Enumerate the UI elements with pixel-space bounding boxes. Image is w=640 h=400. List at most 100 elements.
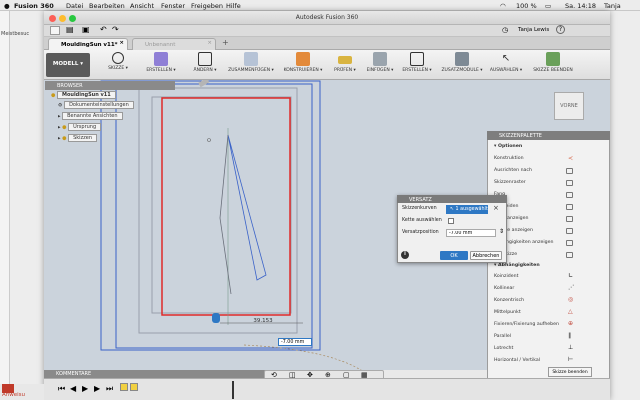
expand-arrow-icon[interactable]: ▸ [58,114,61,120]
palette-constraint-midpoint[interactable]: Mittelpunkt [494,310,521,315]
ribbon-erstellen[interactable]: ERSTELLEN ▾ [142,52,180,79]
clear-selection-icon[interactable]: × [493,204,499,212]
cancel-button[interactable]: Abbrechen [470,251,502,260]
palette-constraints-section[interactable]: ▾ Abhängigkeiten [494,263,540,268]
dimension-value-input[interactable]: -7.00 mm [278,338,312,346]
palette-options-section[interactable]: ▾ Optionen [494,144,522,149]
workspace-switcher[interactable]: MODELL ▾ [46,53,90,77]
viewcube[interactable]: VORNE [554,92,584,120]
offset-dialog-header[interactable]: VERSATZ [397,195,507,203]
file-menu-icon[interactable]: ▤ [66,25,74,34]
info-icon[interactable]: i [401,251,409,259]
timeline-end-icon[interactable]: ⏭ [106,384,113,394]
help-icon[interactable]: ? [556,25,565,34]
checkbox-profile-icon[interactable] [566,216,573,222]
timeline-start-icon[interactable]: ⏮ [58,384,65,394]
horizontal-vertical-icon[interactable]: ⊢ [568,356,573,363]
battery-icon[interactable]: ▭ [545,2,551,10]
wifi-icon[interactable]: ◠ [500,2,506,10]
palette-constraint-fix[interactable]: Fixieren/Fixierung aufheben [494,322,559,327]
palette-constraint-coincident[interactable]: Koinzident [494,274,518,279]
lightbulb-icon[interactable]: ● [62,136,66,142]
midpoint-icon[interactable]: △ [568,308,573,315]
browser-panel-header[interactable]: BROWSER [45,81,175,90]
ribbon-einfuegen[interactable]: EINFÜGEN ▾ [362,52,398,79]
sketch-palette-header[interactable]: SKIZZENPALETTE [487,131,610,140]
browser-item-documentsettings[interactable]: ⚙ Dokumenteinstellungen [58,101,134,110]
palette-constraint-parallel[interactable]: Parallel [494,334,511,339]
menu-datei[interactable]: Datei [66,2,83,10]
offset-position-input[interactable] [446,229,496,237]
coincident-icon[interactable]: ∟ [568,272,573,279]
palette-constraint-collinear[interactable]: Kollinear [494,286,514,291]
menubar-clock[interactable]: Sa. 14:18 [565,2,596,10]
lightbulb-icon[interactable]: ● [51,93,55,99]
ribbon-zusammenfuegen[interactable]: ZUSAMMENFÜGEN ▾ [226,52,276,79]
ribbon-pruefen[interactable]: PRÜFEN ▾ [330,52,360,79]
stop-sketch-button[interactable]: Skizze beenden [548,367,592,377]
menu-hilfe[interactable]: Hilfe [226,2,241,10]
tab-unbenannt[interactable]: Unbenannt × [132,38,216,50]
undo-icon[interactable]: ↶ [100,25,107,34]
close-tab-icon[interactable]: × [207,40,212,46]
lock-icon[interactable]: ⊕ [568,320,573,327]
timeline-marker[interactable] [232,381,234,399]
menu-freigeben[interactable]: Freigeben [191,2,223,10]
ribbon-konstruieren[interactable]: KONSTRUIEREN ▾ [280,52,326,79]
ribbon-zusatzmodule[interactable]: ZUSATZMODULE ▾ [440,52,484,79]
parallel-icon[interactable]: ∥ [568,332,571,339]
ribbon-aendern[interactable]: ÄNDERN ▾ [186,52,224,79]
ribbon-skizze-beenden[interactable]: SKIZZE BEENDEN [530,52,576,79]
menubar-app-name[interactable]: Fusion 360 [14,2,54,10]
checkbox-grid-icon[interactable] [566,180,573,186]
construction-line-icon[interactable]: ≺ [568,155,573,162]
lightbulb-icon[interactable]: ● [62,125,66,131]
comments-panel[interactable]: KOMMENTARE [44,370,274,378]
palette-constraint-perpendicular[interactable]: Lotrecht [494,346,513,351]
concentric-icon[interactable]: ◎ [568,296,573,303]
user-name[interactable]: Tanja Lewis [518,27,549,33]
collinear-icon[interactable]: ⋰ [568,284,574,291]
checkbox-snap-icon[interactable] [566,192,573,198]
job-status-icon[interactable]: ◷ [502,26,508,34]
timeline-back-icon[interactable]: ◀ [70,384,76,393]
menubar-user[interactable]: Tanja [604,2,621,10]
checkbox-points-icon[interactable] [566,228,573,234]
checkbox-slice-icon[interactable] [566,204,573,210]
browser-item-origin[interactable]: ▸ ● Ursprung [58,123,102,132]
battery-percent[interactable]: 100 % [516,2,537,10]
browser-item-sketches[interactable]: ▸ ● Skizzen [58,134,98,143]
chain-selection-checkbox[interactable] [448,218,454,224]
palette-constraint-horizontal-vertical[interactable]: Horizontal / Vertikal [494,358,540,363]
browser-item-namedviews[interactable]: ▸ Benannte Ansichten [58,112,123,121]
perpendicular-icon[interactable]: ⊥ [568,344,573,351]
timeline-feature-sketch-2[interactable] [130,383,138,391]
expand-arrow-icon[interactable]: ▸ [58,136,61,142]
redo-icon[interactable]: ↷ [112,25,119,34]
close-tab-icon[interactable]: × [119,40,124,46]
look-at-icon[interactable] [566,168,573,174]
timeline-play-icon[interactable]: ▶ [82,384,88,393]
menu-bearbeiten[interactable]: Bearbeiten [89,2,125,10]
new-tab-icon[interactable]: + [222,38,229,47]
checkbox-constraints-icon[interactable] [566,240,573,246]
apps-grid-icon[interactable] [50,26,60,35]
apple-icon[interactable]: ● [4,2,10,10]
save-icon[interactable]: ▣ [82,25,90,34]
ok-button[interactable]: OK [440,251,468,260]
browser-root[interactable]: ● MouldingSun v11 [51,91,116,100]
menu-fenster[interactable]: Fenster [161,2,185,10]
ribbon-auswaehlen[interactable]: ↖ AUSWÄHLEN ▾ [488,52,524,79]
checkbox-3d-sketch-icon[interactable] [566,252,573,258]
menu-ansicht[interactable]: Ansicht [130,2,154,10]
ribbon-erstellen-2[interactable]: ERSTELLEN ▾ [398,52,436,79]
offset-stepper-icon[interactable]: ⇕ [499,228,504,235]
timeline-forward-icon[interactable]: ▶ [94,384,100,393]
ribbon-skizze[interactable]: SKIZZE ▾ [96,52,140,79]
timeline-feature-sketch[interactable] [120,383,128,391]
label-offset-position: Versatzposition [402,230,439,235]
palette-constraint-concentric[interactable]: Konzentrisch [494,298,524,303]
curve-selection-button[interactable]: ↖ 1 ausgewählt [446,205,488,214]
tab-mouldingsun[interactable]: MouldingSun v11* × [48,38,128,50]
expand-arrow-icon[interactable]: ▸ [58,125,61,131]
